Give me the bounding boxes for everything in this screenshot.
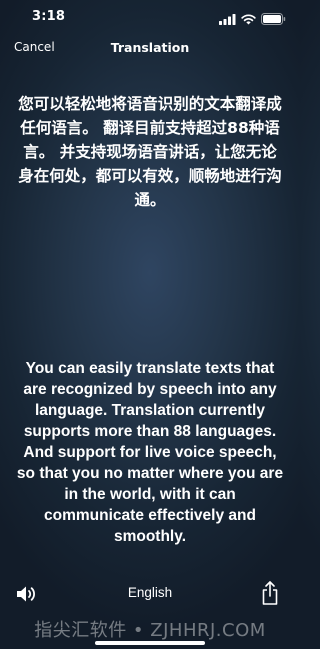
status-icons	[219, 10, 286, 29]
navigation-bar: Cancel Translation	[0, 34, 300, 62]
wifi-icon	[241, 10, 256, 29]
source-text: 您可以轻松地将语音识别的文本翻译成任何语言。 翻译目前支持超过88种语言。 并支…	[18, 95, 282, 209]
status-time: 3:18	[32, 9, 66, 24]
cellular-signal-icon	[219, 10, 236, 29]
status-bar: 3:18	[0, 0, 300, 34]
bottom-toolbar: English	[0, 578, 300, 610]
share-icon[interactable]	[260, 580, 280, 606]
watermark: 指尖汇软件 • ZJHHRJ.COM	[34, 620, 266, 641]
target-language-selector[interactable]: English	[0, 585, 300, 600]
translated-text: You can easily translate texts that are …	[16, 360, 284, 545]
battery-icon	[261, 10, 286, 29]
page-title: Translation	[110, 40, 190, 55]
home-indicator	[95, 641, 205, 645]
